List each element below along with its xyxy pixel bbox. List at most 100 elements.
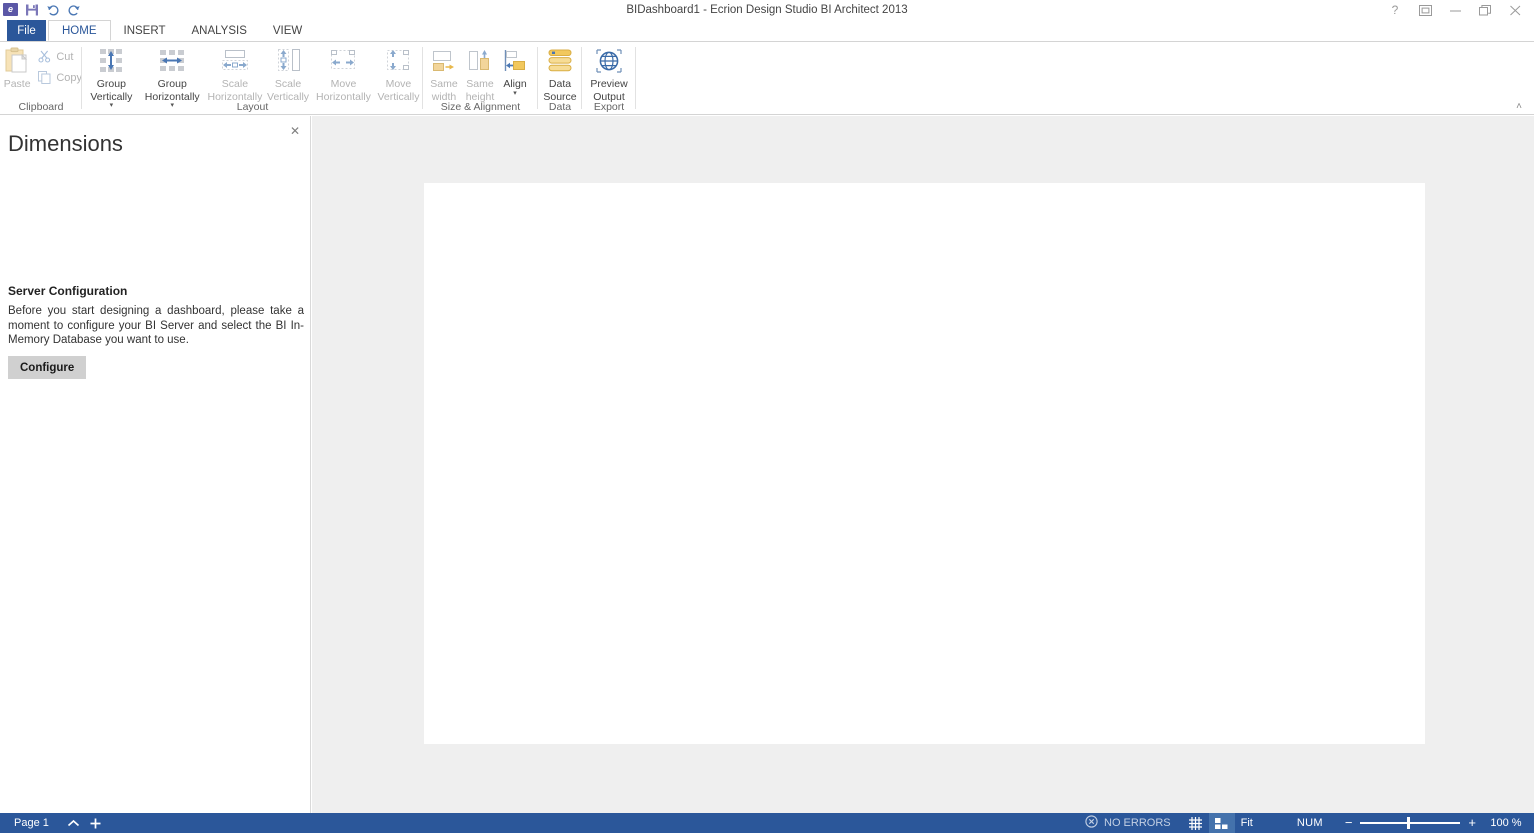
tab-analysis[interactable]: ANALYSIS — [178, 20, 259, 41]
copy-icon — [36, 70, 52, 85]
scale-horizontally-button[interactable]: Scale Horizontally — [207, 44, 263, 103]
move-horizontally-button[interactable]: Move Horizontally — [313, 44, 374, 103]
group-horizontal-icon — [158, 46, 186, 76]
undo-icon[interactable] — [45, 2, 60, 17]
close-glyph: ✕ — [289, 124, 301, 138]
group-vertical-icon — [97, 46, 125, 76]
ribbon-group-data-label: Data — [548, 101, 572, 113]
dimensions-panel: ✕ Dimensions Server Configuration Before… — [0, 116, 311, 813]
globe-icon — [595, 46, 623, 76]
layout-panes-icon[interactable] — [1208, 813, 1235, 833]
status-fit-label[interactable]: Fit — [1235, 813, 1263, 833]
preview-output-label: Preview Output — [590, 78, 628, 103]
zoom-slider-line — [1360, 822, 1461, 824]
server-configuration-description: Before you start designing a dashboard, … — [8, 305, 304, 347]
tab-home-label: HOME — [62, 24, 97, 37]
align-button[interactable]: Align ▾ — [498, 44, 532, 97]
window-title: BIDashboard1 - Ecrion Design Studio BI A… — [626, 4, 908, 16]
app-logo-icon[interactable]: e — [3, 2, 18, 17]
same-height-icon — [467, 46, 493, 76]
tab-file[interactable]: File — [7, 20, 46, 41]
ribbon-group-size-alignment-label: Size & Alignment — [440, 101, 521, 113]
collapse-ribbon-button[interactable]: ˄ — [1510, 99, 1528, 113]
same-height-label: Same height — [465, 78, 495, 103]
same-width-icon — [431, 46, 457, 76]
scale-horizontally-label: Scale Horizontally — [207, 78, 263, 103]
ribbon-group-size-alignment: Same width Same height Align ▾ Size & Al… — [423, 42, 538, 115]
quick-access-toolbar: e — [3, 2, 81, 17]
zoom-level-value[interactable]: 100 % — [1486, 813, 1526, 833]
scale-vertical-icon — [274, 46, 302, 76]
preview-output-button[interactable]: Preview Output — [582, 44, 636, 103]
move-vertical-icon — [384, 46, 412, 76]
cut-button-label: Cut — [56, 50, 74, 63]
ribbon-group-data: Data Source Data — [538, 42, 582, 115]
status-errors[interactable]: NO ERRORS — [1073, 815, 1183, 831]
server-configuration-heading: Server Configuration — [8, 284, 128, 298]
copy-button-label: Copy — [56, 71, 82, 84]
grid-icon[interactable] — [1183, 813, 1209, 833]
group-vertically-button[interactable]: Group Vertically ▾ — [85, 44, 138, 109]
tab-insert-label: INSERT — [123, 24, 166, 37]
redo-icon[interactable] — [66, 2, 81, 17]
group-vertically-label: Group Vertically — [90, 78, 133, 103]
ribbon-group-export-label: Export — [593, 101, 625, 113]
panel-close-icon[interactable]: ✕ — [286, 122, 304, 140]
minimize-icon[interactable] — [1440, 0, 1470, 20]
zoom-slider[interactable]: − + — [1345, 816, 1486, 829]
dashboard-page-sheet[interactable] — [424, 183, 1425, 744]
paste-button-label: Paste — [3, 78, 31, 90]
group-horizontally-label: Group Horizontally — [144, 78, 200, 103]
help-glyph: ? — [1391, 3, 1399, 17]
scale-horizontal-icon — [220, 46, 250, 76]
move-vertically-label: Move Vertically — [377, 78, 420, 103]
move-vertically-button[interactable]: Move Vertically — [374, 44, 423, 103]
window-controls: ? — [1380, 0, 1530, 20]
tab-analysis-label: ANALYSIS — [191, 24, 247, 37]
tab-view[interactable]: VIEW — [260, 20, 315, 41]
paste-icon — [4, 46, 30, 76]
chevron-up-icon[interactable] — [63, 813, 85, 833]
scale-vertically-label: Scale Vertically — [267, 78, 310, 103]
ribbon-group-clipboard-label: Clipboard — [18, 101, 64, 113]
group-separator — [635, 47, 636, 109]
status-page-label[interactable]: Page 1 — [0, 813, 63, 833]
zoom-slider-track[interactable] — [1360, 817, 1461, 829]
error-circle-icon — [1085, 815, 1098, 831]
tab-insert[interactable]: INSERT — [111, 20, 179, 41]
plus-icon[interactable] — [85, 813, 107, 833]
data-source-button[interactable]: Data Source — [538, 44, 582, 103]
application-window: BIDashboard1 - Ecrion Design Studio BI A… — [0, 0, 1534, 833]
zoom-in-button[interactable]: + — [1468, 816, 1476, 829]
close-icon[interactable] — [1500, 0, 1530, 20]
scissors-icon — [36, 49, 52, 64]
status-bar: Page 1 NO ERRORS Fit NUM − + 100 % — [0, 813, 1534, 833]
ribbon: Paste Cut Copy Clipboard Group Verticall… — [0, 41, 1534, 115]
tab-view-label: VIEW — [272, 24, 303, 37]
configure-button[interactable]: Configure — [8, 356, 87, 379]
ribbon-display-options-icon[interactable] — [1410, 0, 1440, 20]
align-icon — [502, 46, 528, 76]
chevron-down-icon[interactable]: ▾ — [513, 90, 517, 97]
same-width-button[interactable]: Same width — [426, 44, 462, 103]
scale-vertically-button[interactable]: Scale Vertically — [263, 44, 313, 103]
tab-file-label: File — [17, 24, 36, 37]
zoom-out-button[interactable]: − — [1345, 816, 1353, 829]
paste-button[interactable]: Paste — [2, 44, 32, 91]
tab-home[interactable]: HOME — [48, 20, 111, 41]
move-horizontal-icon — [328, 46, 358, 76]
status-num-label: NUM — [1296, 817, 1323, 829]
status-errors-label: NO ERRORS — [1104, 817, 1171, 829]
save-icon[interactable] — [24, 2, 39, 17]
database-icon — [547, 46, 573, 76]
title-bar: BIDashboard1 - Ecrion Design Studio BI A… — [0, 0, 1534, 20]
same-height-button[interactable]: Same height — [462, 44, 498, 103]
restore-icon[interactable] — [1470, 0, 1500, 20]
cut-button[interactable]: Cut — [36, 48, 82, 65]
status-bar-right: NO ERRORS Fit NUM − + 100 % — [1073, 813, 1534, 833]
help-icon[interactable]: ? — [1380, 0, 1410, 20]
group-horizontally-button[interactable]: Group Horizontally ▾ — [138, 44, 207, 109]
zoom-slider-thumb[interactable] — [1407, 817, 1411, 829]
copy-button[interactable]: Copy — [36, 69, 82, 86]
design-canvas[interactable] — [312, 116, 1534, 813]
